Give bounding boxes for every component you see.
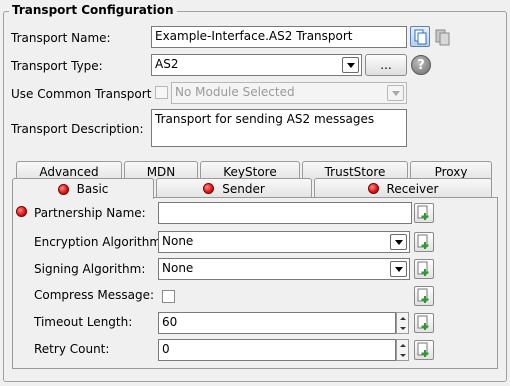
transport-description-textarea[interactable]: Transport for sending AS2 messages (151, 109, 407, 147)
transport-name-input[interactable]: Example-Interface.AS2 Transport (151, 26, 407, 48)
add-icon[interactable] (414, 286, 434, 306)
timeout-length-label: Timeout Length: (34, 315, 133, 329)
required-icon (203, 183, 215, 194)
chevron-down-icon[interactable] (342, 57, 359, 73)
retry-count-stepper[interactable] (396, 339, 409, 361)
use-common-transport-label: Use Common Transport (11, 87, 152, 101)
tab-receiver-label: Receiver (386, 181, 439, 196)
partnership-name-label: Partnership Name: (34, 206, 146, 220)
encryption-algorithm-label: Encryption Algorithm: (34, 235, 166, 249)
chevron-down-icon[interactable] (390, 234, 407, 250)
add-icon[interactable] (414, 313, 434, 333)
add-icon[interactable] (414, 259, 434, 279)
decrement-icon[interactable] (397, 323, 408, 333)
browse-button[interactable]: ... (365, 54, 407, 76)
tab-basic-label: Basic (76, 182, 109, 196)
tab-sender[interactable]: Sender (156, 178, 312, 198)
add-icon[interactable] (414, 203, 434, 223)
required-icon (367, 183, 379, 194)
add-icon[interactable] (414, 340, 434, 360)
tab-sender-label: Sender (222, 181, 265, 196)
compress-message-label: Compress Message: (34, 288, 155, 302)
tab-receiver[interactable]: Receiver (314, 178, 492, 198)
compress-message-checkbox[interactable] (162, 290, 175, 303)
help-icon[interactable]: ? (411, 55, 431, 75)
signing-algorithm-label: Signing Algorithm: (34, 262, 146, 276)
timeout-length-stepper[interactable] (396, 312, 409, 334)
retry-count-label: Retry Count: (34, 342, 110, 356)
transport-type-label: Transport Type: (11, 59, 103, 73)
partnership-name-input[interactable] (158, 202, 412, 224)
decrement-icon[interactable] (397, 350, 408, 360)
chevron-down-icon[interactable] (390, 261, 407, 277)
required-icon (57, 183, 69, 195)
increment-icon[interactable] (397, 340, 408, 350)
transport-name-label: Transport Name: (11, 31, 111, 45)
increment-icon[interactable] (397, 313, 408, 323)
retry-count-input[interactable]: 0 (158, 339, 396, 361)
tab-basic[interactable]: Basic (12, 178, 154, 199)
encryption-algorithm-select[interactable]: None (158, 231, 410, 253)
group-title: Transport Configuration (9, 3, 177, 17)
transport-description-label: Transport Description: (11, 122, 144, 136)
add-icon[interactable] (414, 232, 434, 252)
timeout-length-input[interactable]: 60 (158, 312, 396, 334)
chevron-down-icon (387, 85, 404, 101)
required-icon (16, 206, 27, 217)
use-common-transport-checkbox[interactable] (155, 86, 168, 99)
transport-type-select[interactable]: AS2 (151, 54, 362, 76)
signing-algorithm-select[interactable]: None (158, 258, 410, 280)
copy-icon[interactable] (410, 26, 430, 47)
paste-icon[interactable] (433, 27, 453, 47)
common-module-select[interactable]: No Module Selected (171, 82, 407, 104)
